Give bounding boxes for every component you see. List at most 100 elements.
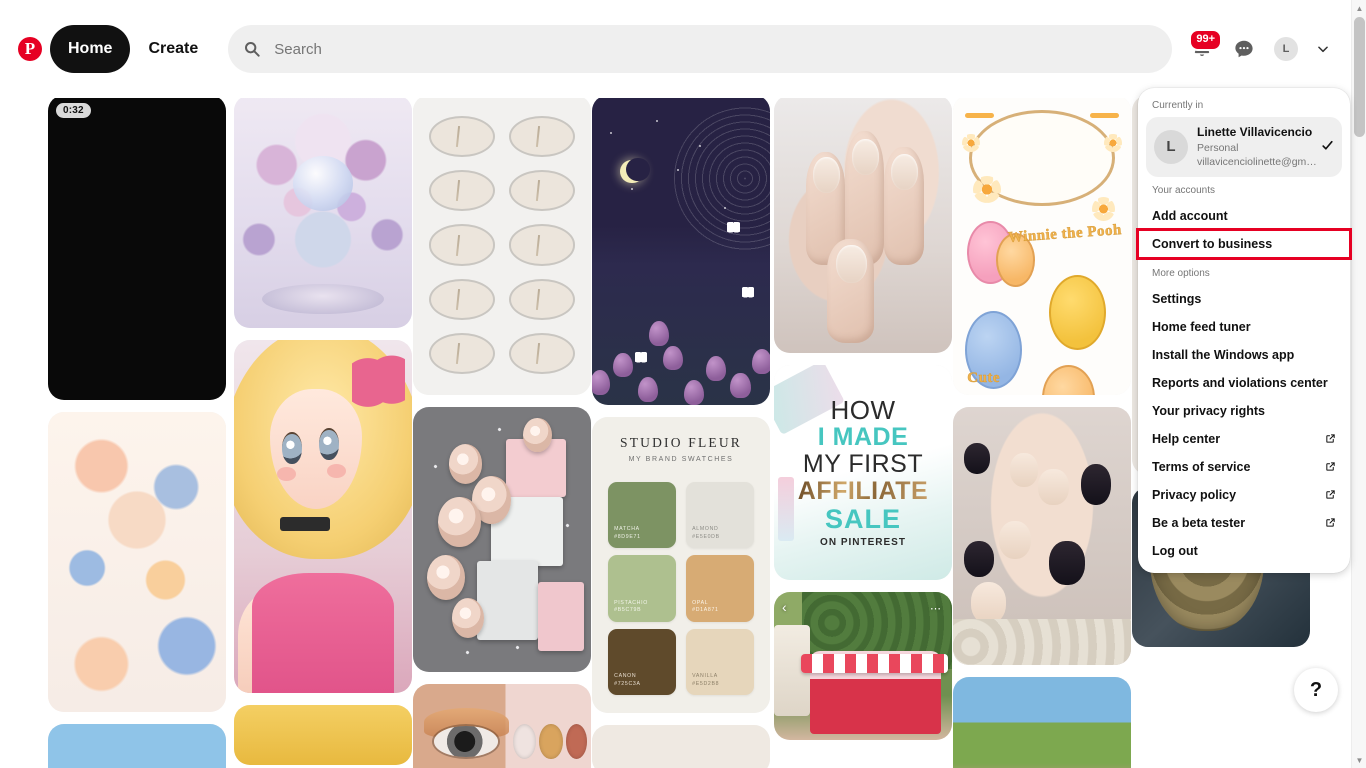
pin-image: Winnie the Pooh Cute xyxy=(953,95,1131,395)
menu-item-label: Terms of service xyxy=(1152,459,1251,474)
pin-eye-makeup[interactable] xyxy=(413,684,591,768)
menu-item-be-a-beta-tester[interactable]: Be a beta tester xyxy=(1138,509,1350,537)
menu-item-your-privacy-rights[interactable]: Your privacy rights xyxy=(1138,397,1350,425)
pin-video-black[interactable]: 0:32 xyxy=(48,95,226,400)
swatch-chip: MATCHA #8D9E71 xyxy=(608,482,676,549)
affiliate-line-4: AFFILIATE xyxy=(797,477,929,505)
menu-item-home-feed-tuner[interactable]: Home feed tuner xyxy=(1138,313,1350,341)
swatch-grid: MATCHA #8D9E71 ALMOND #E5E0DB PISTACHIO #B5C7… xyxy=(608,482,754,696)
external-link-icon xyxy=(1325,433,1336,444)
top-navigation-bar: P Home Create 99+ xyxy=(0,0,1352,98)
menu-item-settings[interactable]: Settings xyxy=(1138,285,1350,313)
carousel-prev-chevron-left-icon[interactable]: ‹ xyxy=(782,600,796,614)
header-actions: 99+ L xyxy=(1182,29,1338,69)
pin-botanical-stickers[interactable] xyxy=(413,95,591,395)
external-link-icon xyxy=(1325,461,1336,472)
affiliate-line-6: ON PINTEREST xyxy=(820,537,906,548)
menu-item-terms-of-service[interactable]: Terms of service xyxy=(1138,453,1350,481)
pin-wedding-flatlay[interactable] xyxy=(413,407,591,672)
menu-item-label: Help center xyxy=(1152,431,1221,446)
affiliate-line-5: SALE xyxy=(824,504,901,534)
pin-nails-beige[interactable] xyxy=(774,95,952,353)
pin-image xyxy=(413,407,591,672)
checkmark-icon xyxy=(1321,139,1334,155)
current-account-card[interactable]: L Linette Villavicencio Personal villavi… xyxy=(1146,117,1342,177)
menu-item-log-out[interactable]: Log out xyxy=(1138,537,1350,565)
swatch-label: OPAL #D1A871 xyxy=(692,599,719,614)
pin-image xyxy=(592,725,770,768)
page-scrollbar[interactable]: ▲ ▼ xyxy=(1351,0,1366,768)
account-menu-chevron-down-icon[interactable] xyxy=(1308,31,1338,67)
pin-anime-girl[interactable] xyxy=(234,340,412,693)
messages-button[interactable] xyxy=(1224,29,1264,69)
pin-floral-arch[interactable] xyxy=(234,95,412,328)
account-name: Linette Villavicencio xyxy=(1197,125,1313,139)
help-button[interactable]: ? xyxy=(1294,668,1338,712)
search-input[interactable] xyxy=(272,39,1156,59)
pin-brand-swatches[interactable]: STUDIO FLEUR MY BRAND SWATCHES MATCHA #8D… xyxy=(592,417,770,713)
menu-item-convert-to-business[interactable]: Convert to business xyxy=(1136,227,1352,260)
pin-image xyxy=(234,705,412,765)
scroll-up-arrow-icon[interactable]: ▲ xyxy=(1352,0,1366,16)
currently-in-label: Currently in xyxy=(1152,100,1204,111)
pin-image xyxy=(234,95,412,328)
pooh-brand-text: Winnie the Pooh xyxy=(1007,222,1123,246)
video-duration-badge: 0:32 xyxy=(56,103,91,118)
pin-pastel-florals[interactable] xyxy=(48,412,226,712)
affiliate-line-2: I MADE xyxy=(817,423,909,451)
menu-item-label: Reports and violations center xyxy=(1152,375,1328,390)
account-options-menu: Currently in L Linette Villavicencio Per… xyxy=(1136,88,1352,573)
pin-image xyxy=(413,95,591,395)
menu-item-add-account[interactable]: Add account xyxy=(1138,202,1350,230)
scrollbar-thumb[interactable] xyxy=(1354,17,1365,137)
pin-green-blue[interactable] xyxy=(48,724,226,768)
swatch-card-subtitle: MY BRAND SWATCHES xyxy=(628,455,734,463)
pinterest-logo-icon[interactable]: P xyxy=(18,37,42,61)
swatch-label: MATCHA #8D9E71 xyxy=(614,526,641,541)
pin-image xyxy=(413,684,591,768)
swatch-label: CANON #725C3A xyxy=(614,673,641,687)
pin-yellow-strip[interactable] xyxy=(234,705,412,765)
pin-tulips-night[interactable] xyxy=(592,95,770,405)
pin-pink-bottom[interactable] xyxy=(953,677,1131,768)
swatch-chip: CANON #725C3A xyxy=(608,628,676,696)
menu-item-label: Be a beta tester xyxy=(1152,515,1246,530)
search-bar[interactable] xyxy=(228,25,1172,73)
account-email: villavicenciolinette@gmail.... xyxy=(1197,155,1317,168)
menu-item-label: Log out xyxy=(1152,543,1198,558)
swatch-label: ALMOND #E5E0DB xyxy=(692,526,720,541)
pin-playhouse[interactable]: ‹ ⋯ xyxy=(774,592,952,740)
menu-item-label: Settings xyxy=(1152,291,1202,306)
affiliate-line-1: HOW xyxy=(830,395,896,425)
pin-image xyxy=(953,677,1131,768)
menu-item-privacy-policy[interactable]: Privacy policy xyxy=(1138,481,1350,509)
pin-image xyxy=(953,407,1131,665)
more-options-label: More options xyxy=(1152,267,1210,279)
pin-image: HOW I MADE MY FIRST AFFILIATE SALE ON PI… xyxy=(774,365,952,580)
pin-image xyxy=(774,95,952,353)
account-avatar-button[interactable]: L xyxy=(1266,29,1306,69)
menu-item-install-the-windows-app[interactable]: Install the Windows app xyxy=(1138,341,1350,369)
nav-create-button[interactable]: Create xyxy=(130,25,216,73)
affiliate-line-3: MY FIRST xyxy=(802,450,924,478)
pin-strip-filler[interactable] xyxy=(592,725,770,768)
swatch-card-title: STUDIO FLEUR xyxy=(619,434,743,450)
pin-affiliate[interactable]: HOW I MADE MY FIRST AFFILIATE SALE ON PI… xyxy=(774,365,952,580)
pin-pooh-stickers[interactable]: Winnie the Pooh Cute xyxy=(953,95,1131,395)
external-link-icon xyxy=(1325,517,1336,528)
swatch-chip: VANILLA #E5D2B8 xyxy=(686,628,754,696)
account-type: Personal xyxy=(1197,141,1239,154)
menu-item-reports-and-violations-center[interactable]: Reports and violations center xyxy=(1138,369,1350,397)
pin-image xyxy=(234,340,412,693)
pin-nails-black[interactable] xyxy=(953,407,1131,665)
menu-item-label: Add account xyxy=(1152,208,1228,223)
swatch-label: PISTACHIO #B5C79B xyxy=(614,599,648,614)
pin-more-dots-icon[interactable]: ⋯ xyxy=(930,602,942,615)
scroll-down-arrow-icon[interactable]: ▼ xyxy=(1352,752,1366,768)
notifications-button[interactable]: 99+ xyxy=(1182,29,1222,69)
swatch-chip: OPAL #D1A871 xyxy=(686,555,754,622)
menu-item-help-center[interactable]: Help center xyxy=(1138,425,1350,453)
nav-home-button[interactable]: Home xyxy=(50,25,131,73)
account-avatar: L xyxy=(1154,129,1188,164)
swatch-label: VANILLA #E5D2B8 xyxy=(692,673,720,687)
